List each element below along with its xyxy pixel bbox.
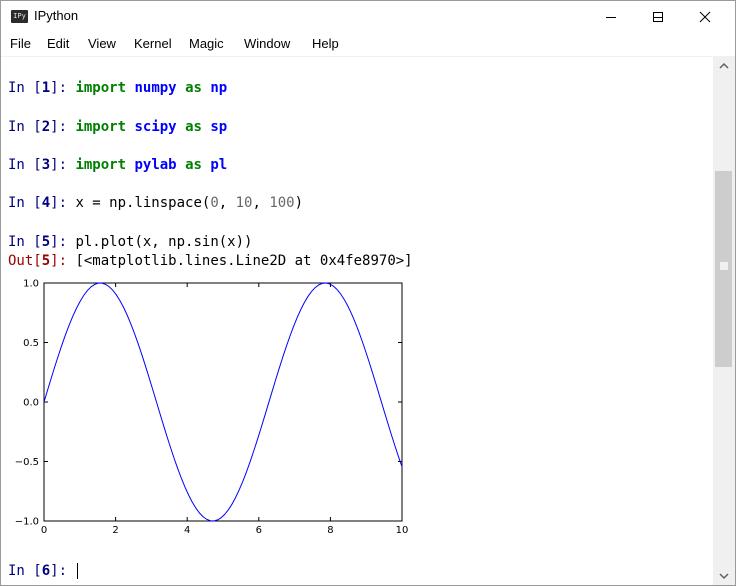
keyword: as xyxy=(185,80,202,96)
code-text: ) xyxy=(294,195,304,211)
module-name: scipy xyxy=(134,119,177,135)
number-literal: 0 xyxy=(210,195,219,211)
scroll-down-button[interactable] xyxy=(713,567,735,585)
code-text: , xyxy=(218,195,236,211)
menu-file[interactable]: File xyxy=(10,36,31,51)
scrollbar-thumb[interactable] xyxy=(715,171,732,367)
x-tick-label: 8 xyxy=(327,525,333,536)
in-prompt: In [2]: xyxy=(8,119,76,135)
y-tick-label: 0.0 xyxy=(23,398,39,409)
keyword: import xyxy=(75,157,127,173)
menu-help[interactable]: Help xyxy=(312,36,339,51)
y-tick-label: 1.0 xyxy=(23,279,39,290)
x-tick-label: 2 xyxy=(112,525,118,536)
y-tick-label: −0.5 xyxy=(15,457,39,468)
menu-magic[interactable]: Magic xyxy=(189,36,224,51)
plot-frame xyxy=(43,282,403,522)
number-literal: 100 xyxy=(269,195,295,211)
x-tick-label: 6 xyxy=(256,525,262,536)
number-literal: 10 xyxy=(235,195,253,211)
close-icon xyxy=(699,11,711,22)
input-line-1: In [1]: import numpy as np xyxy=(8,79,227,97)
maximize-icon xyxy=(653,11,663,22)
code-text: , xyxy=(252,195,270,211)
in-prompt: In [5]: xyxy=(8,234,76,250)
keyword: as xyxy=(185,119,202,135)
maximize-button[interactable] xyxy=(635,1,681,32)
input-line-4: In [4]: x = np.linspace(0, 10, 100) xyxy=(8,194,303,212)
input-line-3: In [3]: import pylab as pl xyxy=(8,156,227,174)
in-prompt: In [1]: xyxy=(8,80,76,96)
code-text: pl.plot(x, np.sin(x)) xyxy=(75,234,253,250)
output-line-5: Out[5]: [<matplotlib.lines.Line2D at 0x4… xyxy=(8,252,413,270)
y-tick-label: −1.0 xyxy=(15,517,39,528)
module-alias: pl xyxy=(210,157,228,173)
x-tick-label: 10 xyxy=(396,525,409,536)
keyword: import xyxy=(75,80,127,96)
output-text: [<matplotlib.lines.Line2D at 0x4fe8970>] xyxy=(75,253,413,269)
chevron-down-icon xyxy=(719,573,729,580)
module-alias: np xyxy=(210,80,228,96)
scroll-up-button[interactable] xyxy=(713,57,735,75)
out-prompt: Out[5]: xyxy=(8,253,76,269)
y-tick-label: 0.5 xyxy=(23,338,39,349)
console-area[interactable]: In [1]: import numpy as np In [2]: impor… xyxy=(1,57,713,585)
keyword: import xyxy=(75,119,127,135)
minimize-icon xyxy=(606,16,616,18)
ipython-app-icon: IPy xyxy=(11,10,28,23)
menu-kernel[interactable]: Kernel xyxy=(134,36,172,51)
minimize-caption-button[interactable] xyxy=(588,1,634,32)
module-alias: sp xyxy=(210,119,228,135)
menu-view[interactable]: View xyxy=(88,36,116,51)
close-button[interactable] xyxy=(682,1,728,32)
sine-plot: 0 2 4 6 8 10 1.0 0.5 0.0 −0.5 −1.0 xyxy=(15,279,409,537)
input-line-2: In [2]: import scipy as sp xyxy=(8,118,227,136)
input-line-6: In [6]: xyxy=(8,562,79,580)
menu-window[interactable]: Window xyxy=(244,36,290,51)
chevron-up-icon xyxy=(719,62,729,69)
menu-edit[interactable]: Edit xyxy=(47,36,69,51)
window-title: IPython xyxy=(34,8,79,23)
ipython-window: IPy IPython File Edit View Kernel Magic … xyxy=(0,0,736,586)
series-line-sin xyxy=(43,282,403,522)
menu-bar: File Edit View Kernel Magic Window Help xyxy=(1,32,735,57)
keyword: as xyxy=(185,157,202,173)
vertical-scrollbar[interactable] xyxy=(713,57,735,585)
x-tick-label: 4 xyxy=(184,525,190,536)
code-text: x = np.linspace( xyxy=(75,195,211,211)
in-prompt: In [3]: xyxy=(8,157,76,173)
module-name: numpy xyxy=(134,80,177,96)
scrollbar-grip xyxy=(720,262,728,270)
in-prompt: In [6]: xyxy=(8,563,76,579)
input-line-5: In [5]: pl.plot(x, np.sin(x)) xyxy=(8,233,252,251)
x-tick-label: 0 xyxy=(41,525,47,536)
in-prompt: In [4]: xyxy=(8,195,76,211)
module-name: pylab xyxy=(134,157,177,173)
text-cursor xyxy=(77,563,79,579)
